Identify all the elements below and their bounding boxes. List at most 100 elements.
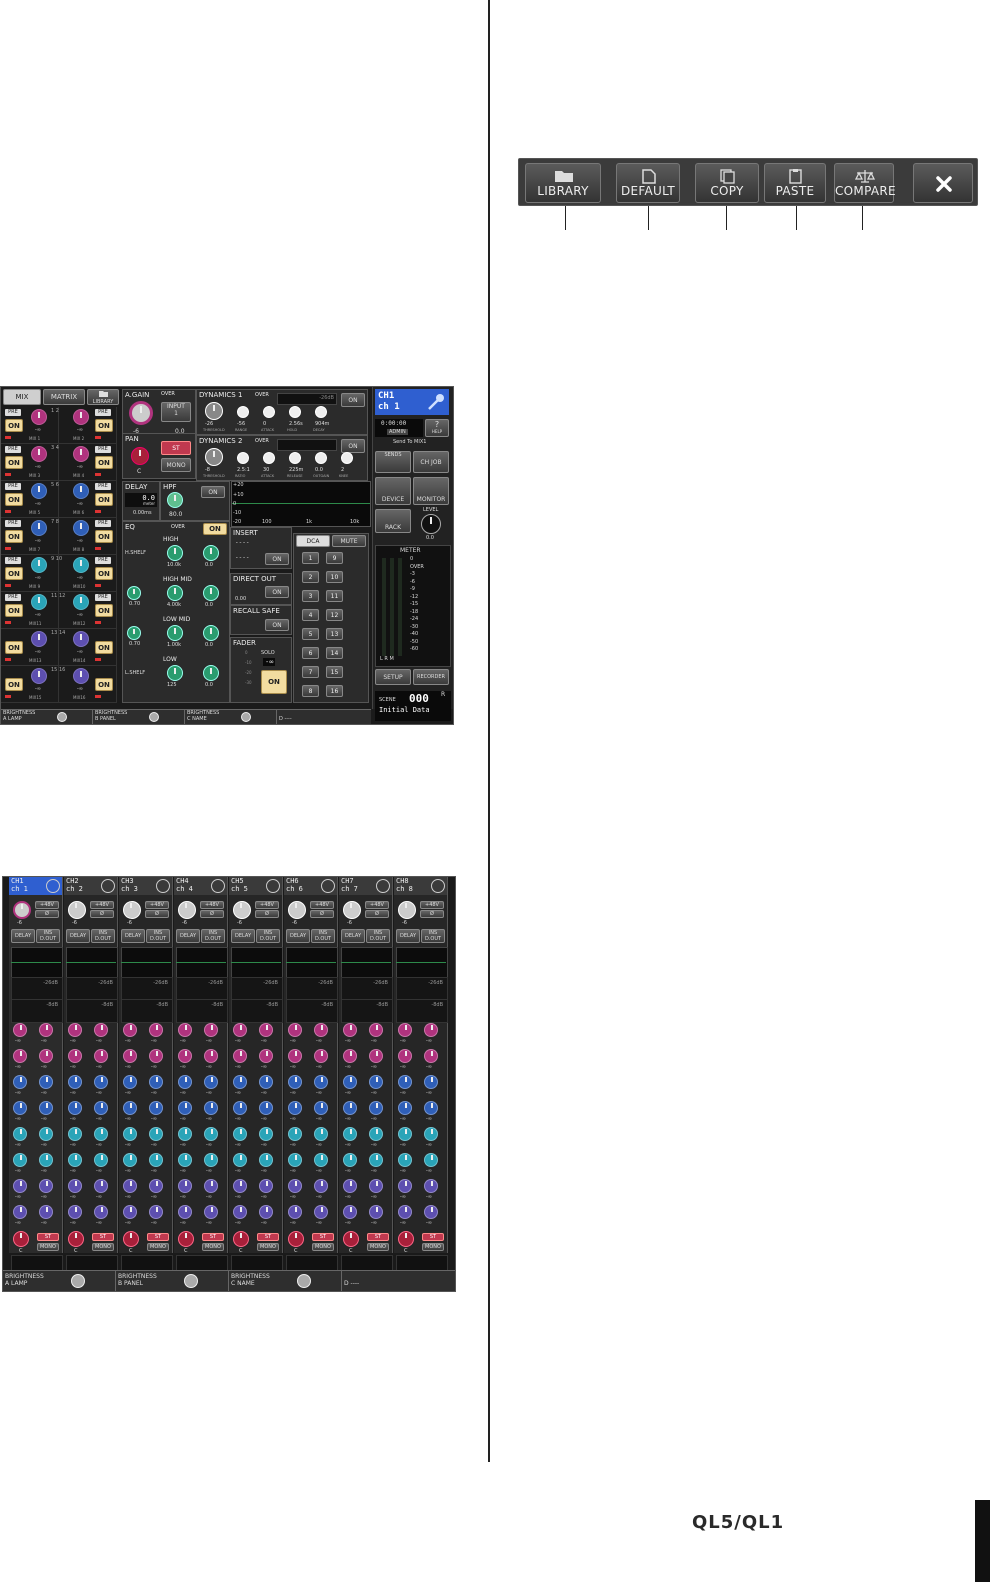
tab-mute[interactable]: MUTE <box>332 535 366 547</box>
gain-knob[interactable] <box>343 901 361 919</box>
dca-button[interactable]: 5 <box>302 628 319 640</box>
delay-button[interactable]: DELAY <box>176 929 200 943</box>
send-level-knob[interactable] <box>73 594 89 610</box>
send-on-button[interactable]: ON <box>95 604 113 617</box>
st-button[interactable]: ST <box>422 1233 444 1241</box>
ins-dout-button[interactable]: INS D.OUT <box>91 929 115 943</box>
ch-job-button[interactable]: CH JOB <box>413 451 449 473</box>
close-button[interactable] <box>913 163 973 203</box>
dca-button[interactable]: 15 <box>326 666 343 678</box>
send-level-knob[interactable] <box>369 1049 383 1063</box>
mono-button[interactable]: MONO <box>422 1243 444 1251</box>
send-level-knob[interactable] <box>68 1023 82 1037</box>
send-level-knob[interactable] <box>39 1023 53 1037</box>
send-level-knob[interactable] <box>398 1101 412 1115</box>
send-level-knob[interactable] <box>259 1205 273 1219</box>
dynamics-param-knob[interactable] <box>237 452 249 464</box>
dca-button[interactable]: 6 <box>302 647 319 659</box>
hpf-knob[interactable] <box>167 492 183 508</box>
gain-knob[interactable] <box>68 901 86 919</box>
delay-button[interactable]: DELAY <box>121 929 145 943</box>
eq-graph[interactable]: +20 +10 0 -10 -20 100 1k 10k <box>231 481 371 527</box>
mono-button[interactable]: MONO <box>257 1243 279 1251</box>
direct-out-on-button[interactable]: ON <box>265 586 289 598</box>
send-level-knob[interactable] <box>123 1153 137 1167</box>
send-on-button[interactable]: ON <box>95 456 113 469</box>
send-level-knob[interactable] <box>369 1127 383 1141</box>
send-level-knob[interactable] <box>314 1049 328 1063</box>
st-button[interactable]: ST <box>257 1233 279 1241</box>
send-level-knob[interactable] <box>68 1101 82 1115</box>
send-level-knob[interactable] <box>68 1127 82 1141</box>
phase-button[interactable]: Ø <box>200 910 224 918</box>
insert-on-button[interactable]: ON <box>265 553 289 565</box>
dynamics2-on-button[interactable]: ON <box>341 439 365 453</box>
send-level-knob[interactable] <box>149 1023 163 1037</box>
st-button[interactable]: ST <box>37 1233 59 1241</box>
mono-button[interactable]: MONO <box>202 1243 224 1251</box>
send-level-knob[interactable] <box>259 1075 273 1089</box>
send-level-knob[interactable] <box>123 1023 137 1037</box>
send-level-knob[interactable] <box>343 1153 357 1167</box>
user-knob-c-icon[interactable] <box>241 712 251 722</box>
pan-knob[interactable] <box>398 1231 414 1247</box>
overview-user-knob-b-icon[interactable] <box>184 1274 198 1288</box>
eq-freq-knob[interactable] <box>167 545 183 561</box>
dca-button[interactable]: 8 <box>302 685 319 697</box>
ins-dout-button[interactable]: INS D.OUT <box>201 929 225 943</box>
st-button[interactable]: ST <box>147 1233 169 1241</box>
eq-thumbnail[interactable] <box>66 947 118 979</box>
dynamics-param-knob[interactable] <box>205 448 223 466</box>
dynamics-param-knob[interactable] <box>341 452 353 464</box>
dynamics-param-knob[interactable] <box>205 402 223 420</box>
send-level-knob[interactable] <box>68 1179 82 1193</box>
send-level-knob[interactable] <box>123 1049 137 1063</box>
send-on-button[interactable]: ON <box>5 567 23 580</box>
send-level-knob[interactable] <box>123 1205 137 1219</box>
dynamics-param-knob[interactable] <box>263 452 275 464</box>
strip-header[interactable]: CH8 ch 8 <box>394 877 447 895</box>
pre-button[interactable]: PRE <box>95 520 111 527</box>
device-button[interactable]: DEVICE <box>375 477 411 505</box>
dynamics-param-knob[interactable] <box>315 406 327 418</box>
pan-knob[interactable] <box>131 447 149 465</box>
eq-gain-knob[interactable] <box>203 625 219 641</box>
pre-button[interactable]: PRE <box>95 594 111 601</box>
delay-button[interactable]: DELAY <box>11 929 35 943</box>
monitor-level-knob[interactable] <box>421 514 441 534</box>
eq-gain-knob[interactable] <box>203 665 219 681</box>
library-button-screen[interactable]: LIBRARY <box>87 389 119 405</box>
send-level-knob[interactable] <box>233 1179 247 1193</box>
eq-gain-knob[interactable] <box>203 545 219 561</box>
user-badge[interactable]: ADMIN <box>387 429 408 435</box>
send-on-button[interactable]: ON <box>95 530 113 543</box>
send-level-knob[interactable] <box>149 1153 163 1167</box>
pre-button[interactable]: PRE <box>95 409 111 416</box>
phantom-button[interactable]: +48V <box>365 901 389 909</box>
eq-thumbnail[interactable] <box>396 947 448 979</box>
send-level-knob[interactable] <box>13 1101 27 1115</box>
strip-header[interactable]: CH3 ch 3 <box>119 877 172 895</box>
phase-button[interactable]: Ø <box>35 910 59 918</box>
send-on-button[interactable]: ON <box>95 678 113 691</box>
send-on-button[interactable]: ON <box>95 419 113 432</box>
send-level-knob[interactable] <box>178 1049 192 1063</box>
send-level-knob[interactable] <box>149 1205 163 1219</box>
delay-button[interactable]: DELAY <box>396 929 420 943</box>
send-level-knob[interactable] <box>149 1179 163 1193</box>
send-level-knob[interactable] <box>233 1127 247 1141</box>
send-level-knob[interactable] <box>94 1127 108 1141</box>
dca-button[interactable]: 1 <box>302 552 319 564</box>
strip-header[interactable]: CH5 ch 5 <box>229 877 282 895</box>
strip-header[interactable]: CH1 ch 1 <box>9 877 62 895</box>
ins-dout-button[interactable]: INS D.OUT <box>146 929 170 943</box>
hpf-on-button[interactable]: ON <box>201 486 225 498</box>
strip-header[interactable]: CH4 ch 4 <box>174 877 227 895</box>
pre-button[interactable]: PRE <box>5 483 21 490</box>
delay-button[interactable]: DELAY <box>66 929 90 943</box>
send-level-knob[interactable] <box>178 1075 192 1089</box>
send-level-knob[interactable] <box>314 1075 328 1089</box>
rack-button[interactable]: RACK <box>375 509 411 533</box>
pan-knob[interactable] <box>288 1231 304 1247</box>
send-level-knob[interactable] <box>424 1049 438 1063</box>
